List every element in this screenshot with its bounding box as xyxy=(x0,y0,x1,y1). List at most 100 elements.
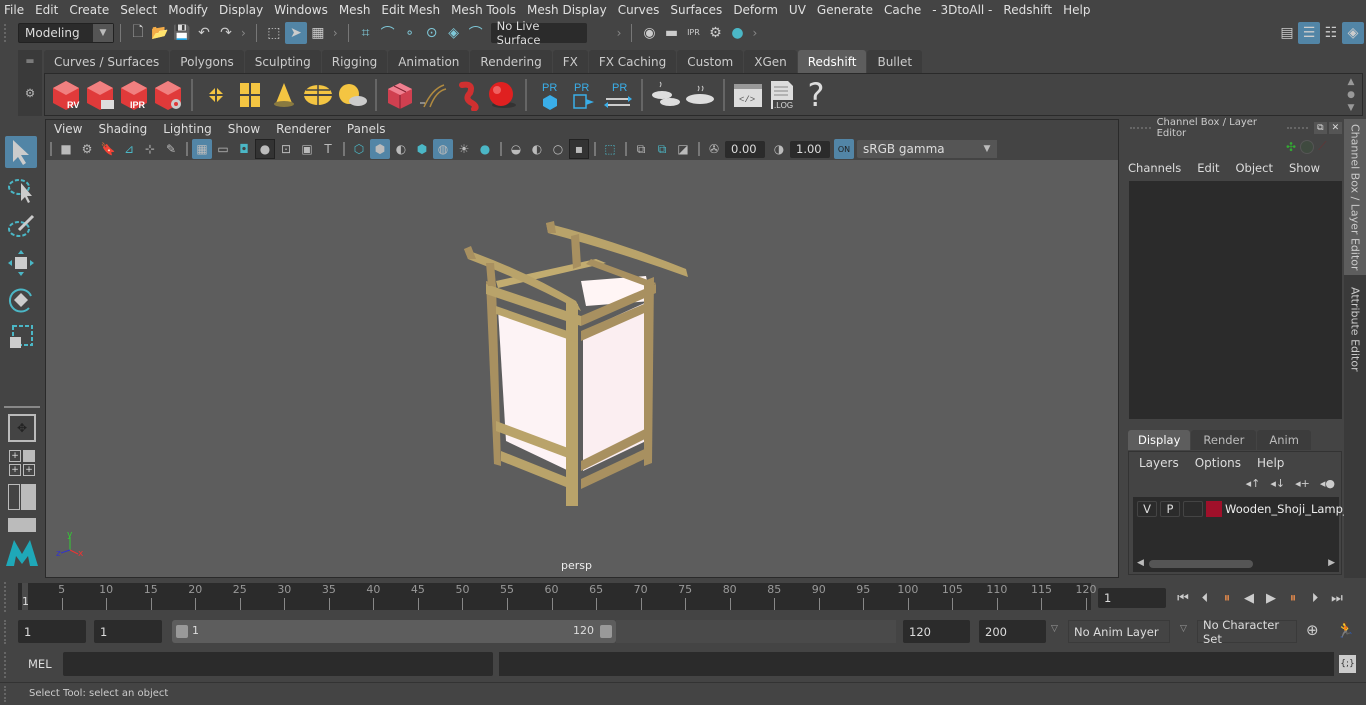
shelf-tab-custom[interactable]: Custom xyxy=(677,50,744,73)
color-space-dropdown[interactable]: sRGB gamma ▼ xyxy=(857,140,997,158)
playback-start-field[interactable]: 1 xyxy=(94,620,162,643)
anim-layer-dropdown[interactable]: No Anim Layer xyxy=(1068,620,1170,643)
range-slider-track[interactable] xyxy=(616,620,896,643)
snap-view-plane-icon[interactable]: ⊙ xyxy=(421,22,443,44)
2d-pan-zoom-icon[interactable]: ⊹ xyxy=(140,139,160,159)
range-grip[interactable] xyxy=(4,620,12,644)
menu-help[interactable]: Help xyxy=(1059,3,1097,17)
3d-viewport[interactable]: y x z persp xyxy=(46,160,1118,577)
menu-curves[interactable]: Curves xyxy=(614,3,667,17)
shelf-tab-sculpting[interactable]: Sculpting xyxy=(244,50,321,73)
scroll-up-icon[interactable]: ▲ xyxy=(1348,77,1355,87)
grease-pencil-icon[interactable]: ✎ xyxy=(161,139,181,159)
collapse-icon[interactable]: › xyxy=(333,26,338,40)
image-plane-icon[interactable]: ⊿ xyxy=(119,139,139,159)
shelf-settings-icon[interactable]: ⚙ xyxy=(18,86,42,100)
cmd-grip[interactable] xyxy=(4,652,12,678)
channel-list[interactable] xyxy=(1129,181,1342,419)
menu-modify[interactable]: Modify xyxy=(164,3,215,17)
viewport-menu-show[interactable]: Show xyxy=(220,122,268,136)
depth-of-field-icon[interactable]: ▪ xyxy=(569,139,589,159)
select-tool-icon[interactable] xyxy=(5,136,37,168)
persp-graph-layout-icon[interactable] xyxy=(8,518,36,532)
redshift-proxy-icon[interactable] xyxy=(384,78,416,112)
menu-create[interactable]: Create xyxy=(65,3,116,17)
shoji-lamp-model[interactable] xyxy=(46,160,1118,577)
menu-surfaces[interactable]: Surfaces xyxy=(666,3,729,17)
camera-attributes-icon[interactable]: ⚙ xyxy=(77,139,97,159)
playback-end-field[interactable]: 120 xyxy=(903,620,970,643)
shelf-scroll[interactable]: ▲ ● ▼ xyxy=(1344,77,1358,113)
snap-curve-icon[interactable]: ⌒ xyxy=(377,22,399,44)
paint-select-tool-icon[interactable] xyxy=(5,210,37,242)
layer-color-swatch[interactable] xyxy=(1206,501,1222,517)
snap-live-icon[interactable]: ⌒ xyxy=(465,22,487,44)
redshift-batch-render-icon[interactable] xyxy=(84,78,116,112)
command-input[interactable] xyxy=(63,652,493,676)
menu-edit-mesh[interactable]: Edit Mesh xyxy=(377,3,447,17)
menu-options[interactable]: Options xyxy=(1195,456,1241,470)
menu-file[interactable]: File xyxy=(0,3,31,17)
help-grip[interactable] xyxy=(4,686,12,702)
script-language-toggle[interactable]: MEL xyxy=(28,657,52,671)
menu-mesh-display[interactable]: Mesh Display xyxy=(523,3,614,17)
modeling-toolkit-icon[interactable]: ▤ xyxy=(1276,22,1298,44)
bake-set-icon[interactable] xyxy=(650,78,682,112)
layer-visibility-toggle[interactable]: V xyxy=(1137,501,1157,517)
undo-icon[interactable]: ↶ xyxy=(193,22,215,44)
attribute-editor-toggle-icon[interactable]: ☰ xyxy=(1298,21,1320,44)
viewport-menu-panels[interactable]: Panels xyxy=(339,122,394,136)
select-camera-icon[interactable]: ■ xyxy=(56,139,76,159)
screen-space-ao-icon[interactable]: ◒ xyxy=(506,139,526,159)
collapse-icon[interactable]: › xyxy=(617,26,622,40)
auto-key-icon[interactable]: ⊕ xyxy=(1306,621,1319,639)
range-end-handle[interactable] xyxy=(600,625,612,638)
select-component-icon[interactable]: ▦ xyxy=(307,22,329,44)
time-slider[interactable]: 1 5 10 15 20 25 30 35 40 45 50 55 60 65 70 75 80 85 90 95 1… xyxy=(18,583,1097,610)
select-object-icon[interactable]: ➤ xyxy=(284,21,307,44)
tab-display[interactable]: Display xyxy=(1128,430,1191,450)
xray-active-icon[interactable]: ⧉ xyxy=(652,139,672,159)
menu-windows[interactable]: Windows xyxy=(270,3,335,17)
new-layer-selected-icon[interactable]: ◂● xyxy=(1320,477,1335,490)
film-gate-icon[interactable]: ▭ xyxy=(213,139,233,159)
menu-object[interactable]: Object xyxy=(1236,161,1273,175)
tool-settings-icon[interactable]: ☷ xyxy=(1320,22,1342,44)
viewport-menu-lighting[interactable]: Lighting xyxy=(155,122,220,136)
channel-box-toggle-icon[interactable]: ◈ xyxy=(1342,21,1364,44)
character-set-chevron-icon[interactable]: ▽ xyxy=(1180,624,1187,634)
smooth-shade-icon[interactable]: ⬢ xyxy=(370,139,390,159)
redshift-spot-light-icon[interactable] xyxy=(268,78,300,112)
help-icon[interactable]: ? xyxy=(800,76,832,114)
grid-toggle-icon[interactable]: ▦ xyxy=(192,139,212,159)
menu-generate[interactable]: Generate xyxy=(813,3,880,17)
bake-icon[interactable] xyxy=(684,78,716,112)
manipulator-icon[interactable]: ✣ xyxy=(1286,140,1296,154)
use-all-lights-icon[interactable]: ☀ xyxy=(454,139,474,159)
redshift-sun-sky-icon[interactable] xyxy=(336,78,368,112)
render-settings-icon[interactable]: ⚙ xyxy=(704,22,726,44)
menu-edit[interactable]: Edit xyxy=(31,3,65,17)
tab-render[interactable]: Render xyxy=(1191,430,1257,450)
layer-playback-toggle[interactable]: P xyxy=(1160,501,1180,517)
tab-attribute-editor[interactable]: Attribute Editor xyxy=(1344,279,1366,379)
menu-layers[interactable]: Layers xyxy=(1139,456,1179,470)
ipr-render-icon[interactable]: IPR xyxy=(682,22,704,44)
script-editor-icon[interactable]: {;} xyxy=(1339,655,1356,673)
proxy-create-icon[interactable]: PR xyxy=(534,78,566,112)
redshift-dome-light-icon[interactable] xyxy=(302,78,334,112)
rotate-tool-icon[interactable] xyxy=(5,284,37,316)
menu-display[interactable]: Display xyxy=(215,3,270,17)
open-scene-icon[interactable]: 📂 xyxy=(149,22,171,44)
save-scene-icon[interactable]: 💾 xyxy=(171,22,193,44)
tab-anim[interactable]: Anim xyxy=(1257,430,1311,450)
hypershade-icon[interactable]: ● xyxy=(726,22,748,44)
current-frame-field[interactable]: 1 xyxy=(1098,588,1166,608)
lasso-tool-icon[interactable] xyxy=(5,173,37,205)
menu-channels[interactable]: Channels xyxy=(1128,161,1181,175)
color-management-toggle-icon[interactable]: ON xyxy=(834,139,854,159)
menu-cache[interactable]: Cache xyxy=(880,3,928,17)
layer-horizontal-scrollbar[interactable]: ◀ ▶ xyxy=(1135,558,1337,570)
shelf-menu-icon[interactable]: ═ xyxy=(18,54,42,68)
redshift-hair-icon[interactable] xyxy=(418,78,450,112)
